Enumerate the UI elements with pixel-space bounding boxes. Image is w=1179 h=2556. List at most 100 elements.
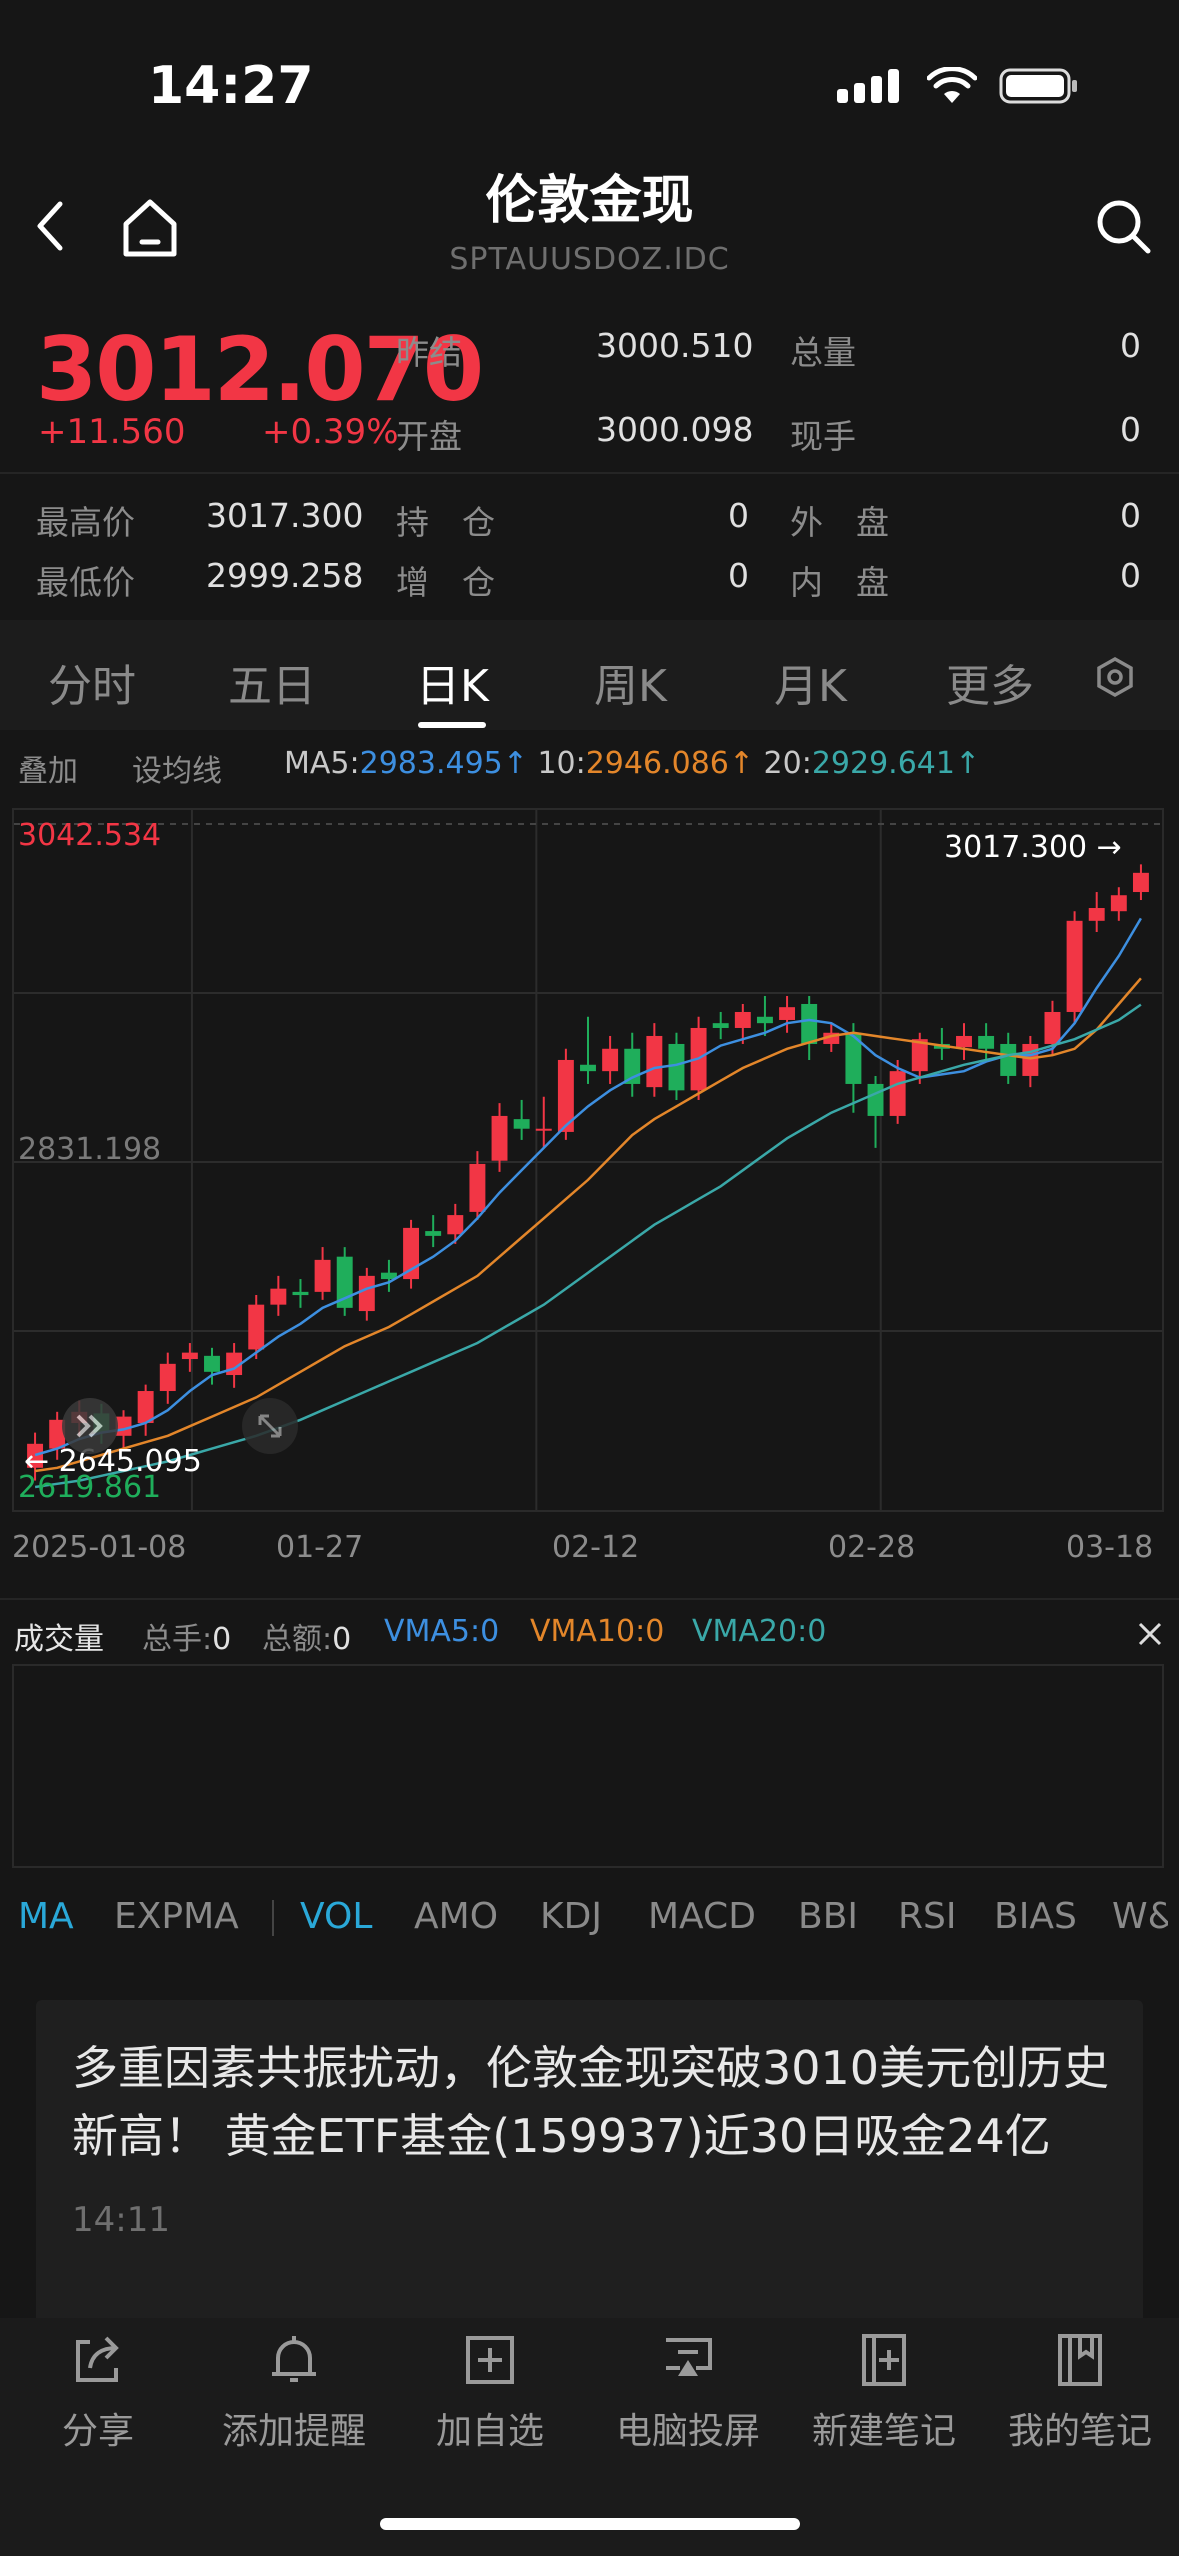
prev-settle-value: 3000.510 — [596, 326, 754, 365]
candle-body — [1044, 1011, 1061, 1044]
set-ma-button[interactable]: 设均线 — [132, 746, 222, 790]
candle-body — [646, 1035, 663, 1088]
x-label-1: 01-27 — [276, 1530, 364, 1565]
outer-value: 0 — [1120, 496, 1141, 535]
new-note-icon — [862, 2334, 906, 2386]
candle-body — [756, 1016, 773, 1024]
ma5-label: MA5: — [284, 746, 360, 781]
new-note-button[interactable]: 新建笔记 — [786, 2330, 982, 2454]
double-chevron-icon — [76, 1414, 103, 1438]
ma-values: MA5:2983.495↑ 10:2946.086↑ 20:2929.641↑ — [284, 746, 980, 781]
high-label: 最高价 — [36, 503, 135, 542]
x-label-0: 2025-01-08 — [12, 1530, 187, 1565]
position-label: 持 仓 — [396, 503, 495, 542]
current-hand-value: 0 — [1120, 410, 1141, 449]
candle-body — [602, 1048, 619, 1072]
price-change: +11.560 — [38, 412, 186, 452]
high-value: 3017.300 — [206, 496, 364, 535]
kline-chart[interactable] — [12, 808, 1164, 1512]
indicator-rsi[interactable]: RSI — [898, 1896, 956, 1937]
candle-body — [580, 1064, 596, 1072]
tab-daily-k[interactable]: 日K — [416, 650, 489, 714]
my-notes-button[interactable]: 我的笔记 — [982, 2330, 1178, 2454]
candle-body — [978, 1035, 995, 1049]
add-watchlist-label: 加自选 — [435, 2411, 544, 2452]
plus-square-icon — [466, 2336, 514, 2384]
news-time: 14:11 — [72, 2200, 170, 2240]
inner-label: 内 盘 — [790, 563, 889, 602]
x-label-2: 02-12 — [552, 1530, 640, 1565]
search-icon[interactable] — [1093, 196, 1153, 256]
vma10-value: VMA10:0 — [530, 1614, 665, 1649]
fullscreen-button[interactable] — [242, 1398, 298, 1454]
indicator-macd[interactable]: MACD — [648, 1896, 756, 1937]
position-value: 0 — [728, 496, 749, 535]
share-button[interactable]: 分享 — [0, 2330, 196, 2454]
tab-five-day[interactable]: 五日 — [228, 650, 316, 714]
tab-monthly-k[interactable]: 月K — [774, 650, 847, 714]
increase-value: 0 — [728, 556, 749, 595]
candle-body — [248, 1304, 265, 1350]
add-watchlist-button[interactable]: 加自选 — [392, 2330, 588, 2454]
new-note-label: 新建笔记 — [811, 2411, 956, 2452]
battery-icon — [999, 68, 1077, 104]
share-icon — [76, 2336, 119, 2382]
candle-body — [137, 1391, 154, 1424]
total-volume-value: 0 — [1120, 326, 1141, 365]
notebook-icon — [1058, 2334, 1102, 2386]
candle-body — [469, 1163, 486, 1212]
indicator-wr[interactable]: W& — [1112, 1896, 1168, 1937]
vma5-value: VMA5:0 — [384, 1614, 500, 1649]
candle-body — [1088, 908, 1105, 921]
indicator-bias[interactable]: BIAS — [994, 1896, 1077, 1937]
candle-body — [491, 1115, 508, 1161]
candle-body — [1132, 872, 1149, 893]
screen-cast-label: 电脑投屏 — [615, 2411, 760, 2452]
y-max-label: 3042.534 — [18, 818, 162, 853]
expand-left-button[interactable] — [62, 1398, 118, 1454]
candle-body — [734, 1011, 751, 1028]
candle-body — [535, 1128, 552, 1131]
low-value: 2999.258 — [206, 556, 364, 595]
indicator-bbi[interactable]: BBI — [798, 1896, 858, 1937]
candle-body — [1066, 920, 1083, 1012]
tab-weekly-k[interactable]: 周K — [594, 650, 667, 714]
amount-stats: 总额:0 — [262, 1614, 351, 1658]
close-icon[interactable] — [1136, 1620, 1164, 1648]
inner-value: 0 — [1120, 556, 1141, 595]
home-indicator[interactable] — [380, 2518, 800, 2530]
x-label-4: 03-18 — [1066, 1530, 1154, 1565]
total-volume-label: 总量 — [790, 333, 856, 372]
overlay-button[interactable]: 叠加 — [18, 746, 78, 790]
high-annotation: 3017.300 → — [944, 830, 1122, 865]
settings-icon[interactable] — [1094, 656, 1136, 698]
candle-body — [204, 1355, 220, 1372]
news-title[interactable]: 多重因素共振扰动，伦敦金现突破3010美元创历史新高！ 黄金ETF基金(1599… — [72, 2034, 1122, 2170]
indicator-kdj[interactable]: KDJ — [540, 1896, 602, 1937]
indicator-vol[interactable]: VOL — [300, 1896, 372, 1937]
amount-value: 0 — [332, 1622, 352, 1657]
indicator-ma[interactable]: MA — [18, 1896, 74, 1937]
volume-stats: 总手:0 — [142, 1614, 231, 1658]
indicator-amo[interactable]: AMO — [414, 1896, 498, 1937]
candle-body — [1000, 1043, 1017, 1076]
ma20-value: 2929.641↑ — [811, 746, 981, 781]
cast-icon — [666, 2338, 712, 2376]
open-label: 开盘 — [396, 417, 462, 456]
add-alert-label: 添加提醒 — [221, 2411, 366, 2452]
candle-body — [358, 1275, 375, 1312]
tab-more[interactable]: 更多 — [946, 650, 1034, 714]
tab-intraday[interactable]: 分时 — [48, 650, 136, 714]
candle-body — [712, 1023, 729, 1028]
indicator-separator — [272, 1900, 274, 1936]
add-alert-button[interactable]: 添加提醒 — [196, 2330, 392, 2454]
candle-body — [181, 1352, 198, 1360]
candle-body — [425, 1231, 442, 1236]
ma20-label: 20: — [763, 746, 812, 781]
x-label-3: 02-28 — [828, 1530, 916, 1565]
screen-cast-button[interactable]: 电脑投屏 — [590, 2330, 786, 2454]
indicator-expma[interactable]: EXPMA — [114, 1896, 239, 1937]
total-hand-value: 0 — [212, 1622, 232, 1657]
candle-body — [513, 1119, 530, 1129]
amount-label: 总额: — [262, 1622, 333, 1657]
